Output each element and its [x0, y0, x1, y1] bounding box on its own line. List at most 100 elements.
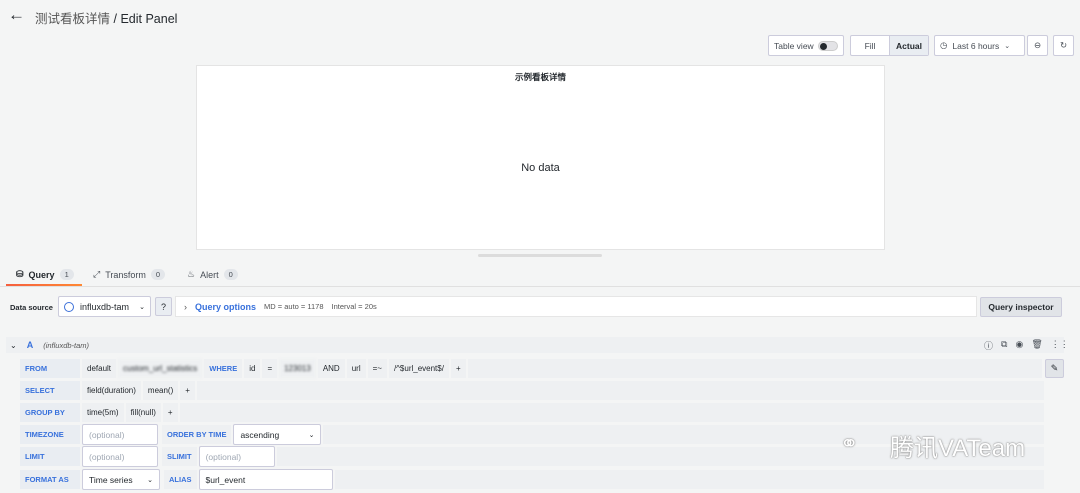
refresh-icon: ↻ — [1059, 40, 1068, 50]
where-keyword: WHERE — [204, 359, 243, 378]
select-row: SELECT field(duration) mean() + — [20, 381, 1044, 400]
active-tab-indicator — [6, 284, 82, 286]
database-icon: ⛁ — [16, 269, 24, 279]
datasource-label: Data source — [10, 303, 53, 312]
chevron-down-icon: ⌄ — [147, 476, 153, 484]
add-select-button[interactable]: + — [180, 381, 195, 400]
edit-raw-query-button[interactable]: ✎ — [1045, 359, 1064, 378]
refresh-button[interactable]: ↻ — [1053, 35, 1074, 56]
page-title: 测试看板详情 / Edit Panel — [35, 8, 177, 27]
fill-button[interactable]: Fill — [851, 36, 889, 55]
chevron-down-icon: ⌄ — [1004, 42, 1011, 50]
back-arrow-icon[interactable]: ← — [8, 6, 28, 26]
tab-count: 1 — [59, 269, 74, 280]
question-icon[interactable]: ⓘ — [984, 339, 993, 352]
fill-actual-switch: Fill Actual — [850, 35, 929, 56]
row-filler — [196, 381, 1044, 400]
drag-icon[interactable]: ⋮⋮ — [1051, 339, 1069, 352]
watermark: ⚭ 腾讯VATeam — [840, 428, 1025, 463]
datasource-help-button[interactable]: ? — [155, 297, 172, 316]
row-filler — [179, 403, 1044, 422]
toggle-switch[interactable] — [818, 40, 838, 51]
max-data-points-info: MD = auto = 1178 — [264, 302, 324, 311]
tag-value[interactable]: 123013 — [279, 359, 316, 378]
retention-policy[interactable]: default — [82, 359, 117, 378]
add-condition-button[interactable]: + — [450, 359, 466, 378]
group-by-row: GROUP BY time(5m) fill(null) + — [20, 403, 1044, 422]
row-filler — [467, 359, 1042, 378]
pencil-icon: ✎ — [1050, 363, 1059, 373]
order-by-select[interactable]: ascending ⌄ — [233, 424, 322, 445]
time-range-picker[interactable]: ◷ Last 6 hours ⌄ — [934, 35, 1025, 56]
tag-key[interactable]: id — [244, 359, 261, 378]
slimit-keyword: SLIMIT — [162, 447, 197, 466]
title-separator: / — [110, 12, 121, 26]
group-by-keyword: GROUP BY — [20, 403, 80, 422]
influxdb-icon — [64, 301, 74, 312]
and-keyword[interactable]: AND — [317, 359, 345, 378]
query-options-label[interactable]: Query options — [195, 302, 256, 312]
watermark-text: 腾讯VATeam — [890, 435, 1026, 462]
query-row-header[interactable]: ⌄ A (influxdb-tam) — [6, 337, 1064, 353]
chevron-down-icon: ⌄ — [308, 431, 315, 439]
tag-key[interactable]: url — [346, 359, 366, 378]
wechat-icon: ⚭ — [840, 430, 859, 456]
tag-value[interactable]: /^$url_event$/ — [388, 359, 449, 378]
resize-handle[interactable] — [478, 254, 602, 257]
select-aggregation[interactable]: mean() — [142, 381, 179, 400]
from-row: FROM default custom_url_statistics WHERE… — [20, 359, 1042, 378]
zoom-out-icon: ⊖ — [1033, 40, 1042, 50]
alias-input[interactable]: $url_event — [198, 469, 333, 490]
add-group-by-button[interactable]: + — [162, 403, 178, 422]
operator[interactable]: =~ — [367, 359, 387, 378]
row-filler — [334, 470, 1044, 489]
measurement[interactable]: custom_url_statistics — [118, 359, 203, 378]
trash-icon[interactable]: 🗑 — [1031, 339, 1042, 352]
operator[interactable]: = — [262, 359, 278, 378]
edit-panel-title: Edit Panel — [120, 12, 178, 26]
group-by-fill[interactable]: fill(null) — [125, 403, 161, 422]
tab-alert[interactable]: ♨ Alert 0 — [187, 262, 238, 287]
query-inspector-button[interactable]: Query inspector — [980, 297, 1062, 317]
slimit-input[interactable]: (optional) — [198, 446, 275, 467]
transform-icon: ⤢ — [93, 269, 101, 279]
tab-label: Transform — [105, 269, 146, 280]
actual-button[interactable]: Actual — [889, 36, 928, 55]
select-keyword: SELECT — [20, 381, 80, 400]
select-field[interactable]: field(duration) — [82, 381, 141, 400]
tab-count: 0 — [150, 269, 166, 280]
format-as-keyword: FORMAT AS — [20, 470, 80, 489]
collapse-chevron-icon[interactable]: ⌄ — [10, 341, 17, 350]
dashboard-title[interactable]: 测试看板详情 — [35, 12, 110, 26]
datasource-select[interactable]: influxdb-tam ⌄ — [58, 296, 151, 317]
panel-preview: 示例看板详情 No data — [196, 65, 885, 250]
from-keyword: FROM — [20, 359, 80, 378]
format-row: FORMAT AS Time series ⌄ ALIAS $url_event — [20, 469, 1044, 490]
query-ref-id[interactable]: A — [27, 340, 34, 350]
alias-keyword: ALIAS — [164, 470, 197, 489]
group-by-time[interactable]: time(5m) — [82, 403, 124, 422]
editor-tabs: ⛁ Query 1 ⤢ Transform 0 ♨ Alert 0 — [0, 262, 1080, 287]
clock-icon: ◷ — [940, 40, 948, 50]
copy-icon[interactable]: ⧉ — [1001, 339, 1007, 352]
tab-count: 0 — [223, 269, 238, 280]
format-select[interactable]: Time series ⌄ — [82, 469, 160, 490]
query-row-actions: ⓘ ⧉ ◉ 🗑 ⋮⋮ — [984, 339, 1069, 352]
question-icon: ? — [160, 301, 166, 312]
timezone-keyword: TIMEZONE — [20, 425, 80, 444]
no-data-message: No data — [521, 162, 560, 174]
limit-input[interactable]: (optional) — [82, 446, 158, 467]
time-range-label: Last 6 hours — [952, 40, 1000, 51]
query-options-bar[interactable]: › Query options MD = auto = 1178 Interva… — [175, 296, 977, 317]
eye-icon[interactable]: ◉ — [1015, 339, 1023, 352]
order-by-time-keyword: ORDER BY TIME — [162, 425, 232, 444]
datasource-value: influxdb-tam — [80, 301, 130, 312]
format-value: Time series — [89, 474, 133, 485]
timezone-input[interactable]: (optional) — [82, 424, 158, 445]
chevron-right-icon: › — [184, 301, 187, 312]
tab-transform[interactable]: ⤢ Transform 0 — [93, 262, 166, 287]
table-view-toggle[interactable]: Table view — [768, 35, 844, 56]
tab-label: Query — [28, 269, 55, 280]
panel-title[interactable]: 示例看板详情 — [197, 71, 884, 83]
zoom-out-button[interactable]: ⊖ — [1027, 35, 1048, 56]
